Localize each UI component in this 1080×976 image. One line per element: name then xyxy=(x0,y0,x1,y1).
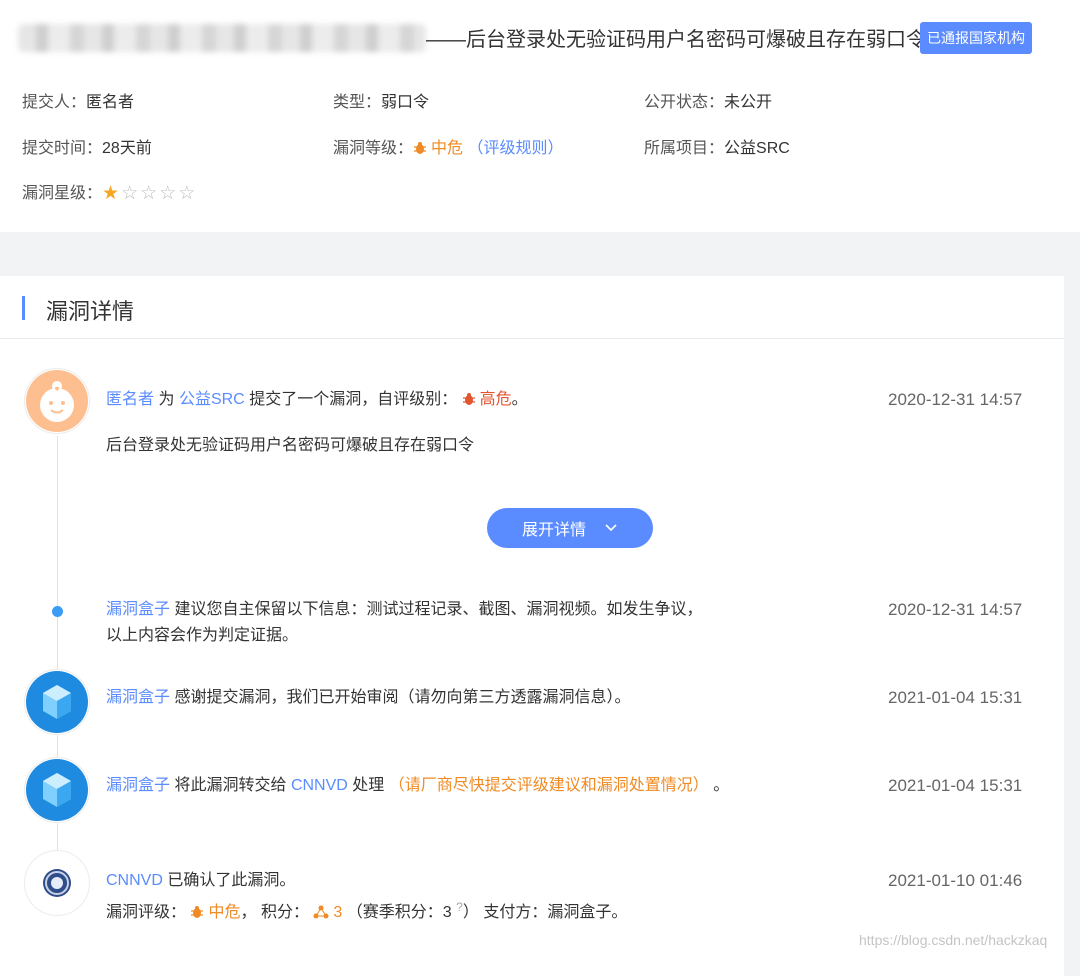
project-label: 所属项目： xyxy=(644,140,725,157)
card-header: 漏洞详情 xyxy=(0,276,1064,339)
timestamp: 2020-12-31 14:57 xyxy=(888,390,1023,409)
vulbox-avatar xyxy=(24,757,90,823)
star-filled-icon: ★ xyxy=(102,183,120,205)
timeline-item-transfer: 漏洞盒子 将此漏洞转交给 CNNVD 处理 （请厂商尽快提交评级建议和漏洞处置情… xyxy=(106,773,729,799)
actor-link[interactable]: 漏洞盒子 xyxy=(106,601,170,618)
timestamp: 2020-12-31 14:57 xyxy=(888,600,1023,619)
item-text: 提交了一个漏洞，自评级别： xyxy=(249,391,458,408)
timestamp: 2021-01-04 15:31 xyxy=(888,688,1023,707)
timeline-item-confirm: CNNVD 已确认了此漏洞。 xyxy=(106,868,295,894)
actor-link[interactable]: 漏洞盒子 xyxy=(106,777,170,794)
vulbox-avatar xyxy=(24,669,90,735)
help-icon[interactable]: ? xyxy=(456,900,463,914)
star-rating-field: 漏洞星级：★ ☆ ☆ ☆ ☆ xyxy=(22,179,197,205)
timeline-item-advice: 漏洞盒子 建议您自主保留以下信息：测试过程记录、截图、漏洞视频。如发生争议， 以… xyxy=(106,597,702,649)
rate-value: 中危 xyxy=(208,904,241,921)
item-text: 以上内容会作为判定证据。 xyxy=(106,627,299,644)
item-text: 。 xyxy=(511,391,528,408)
item-text: ） xyxy=(462,904,479,921)
points-icon xyxy=(313,902,329,928)
star-rating: ★ ☆ ☆ ☆ ☆ xyxy=(102,182,197,205)
chevron-down-icon xyxy=(605,524,617,532)
report-title: ——后台登录处无验证码用户名密码可爆破且存在弱口令 xyxy=(426,29,926,51)
public-status-value: 未公开 xyxy=(724,94,773,111)
cnnvd-link[interactable]: CNNVD xyxy=(291,777,348,794)
expand-details-label: 展开详情 xyxy=(521,522,586,539)
score-value: 3 xyxy=(333,904,343,921)
submit-time-value: 28天前 xyxy=(102,140,152,157)
item-text: 建议您自主保留以下信息：测试过程记录、截图、漏洞视频。如发生争议， xyxy=(174,601,703,618)
public-status-label: 公开状态： xyxy=(644,94,725,111)
cnnvd-emblem-icon xyxy=(26,852,88,914)
anonymous-avatar xyxy=(24,368,90,434)
type-label: 类型： xyxy=(333,94,382,111)
reported-badge: 已通报国家机构 xyxy=(920,22,1032,54)
bug-icon xyxy=(462,389,476,415)
project-value: 公益SRC xyxy=(724,140,790,157)
project-field: 所属项目：公益SRC xyxy=(644,134,790,158)
item-text: 为 xyxy=(158,391,175,408)
submit-time-field: 提交时间：28天前 xyxy=(22,134,152,158)
season-value: 3 xyxy=(442,904,452,921)
item-text: 。 xyxy=(713,777,730,794)
vulbox-logo-icon xyxy=(26,671,88,733)
star-empty-icon: ☆ xyxy=(121,183,139,205)
timeline-dot xyxy=(52,606,63,617)
payer-text: 支付方：漏洞盒子。 xyxy=(483,904,628,921)
vuln-level-value: 中危 xyxy=(431,140,464,157)
item-text: 处理 xyxy=(352,777,385,794)
star-empty-icon: ☆ xyxy=(178,183,196,205)
vuln-level-field: 漏洞等级： 中危 （评级规则） xyxy=(333,134,564,160)
rating-rules-link[interactable]: （评级规则） xyxy=(467,140,563,157)
timeline-item-submit: 匿名者 为 公益SRC 提交了一个漏洞，自评级别： 高危。 xyxy=(106,387,528,415)
season-label: （赛季积分： xyxy=(346,904,443,921)
vulbox-logo-icon xyxy=(26,759,88,821)
final-rating-line: 漏洞评级： 中危， 积分： 3 （赛季积分：3 ?） 支付方：漏洞盒子。 xyxy=(106,894,627,928)
redacted-title-prefix xyxy=(18,24,426,52)
cnnvd-avatar xyxy=(24,850,90,916)
rate-label: 漏洞评级： xyxy=(106,904,187,921)
bug-icon xyxy=(190,902,204,928)
self-level: 高危 xyxy=(479,391,512,408)
actor-link[interactable]: 匿名者 xyxy=(106,391,154,408)
bug-icon xyxy=(413,141,427,160)
actor-link[interactable]: CNNVD xyxy=(106,872,163,889)
submitter-label: 提交人： xyxy=(22,94,87,111)
item-text: ， xyxy=(240,904,257,921)
section-title: 漏洞详情 xyxy=(46,299,135,324)
type-field: 类型：弱口令 xyxy=(333,88,429,112)
vuln-summary: 后台登录处无验证码用户名密码可爆破且存在弱口令 xyxy=(106,437,475,454)
timeline-item-review: 漏洞盒子 感谢提交漏洞，我们已开始审阅（请勿向第三方透露漏洞信息）。 xyxy=(106,685,630,711)
public-status-field: 公开状态：未公开 xyxy=(644,88,772,112)
section-accent-bar xyxy=(22,296,25,320)
actor-link[interactable]: 漏洞盒子 xyxy=(106,689,170,706)
star-empty-icon: ☆ xyxy=(140,183,158,205)
watermark: https://blog.csdn.net/hackzkaq xyxy=(859,932,1048,948)
submitter-value: 匿名者 xyxy=(86,94,135,111)
vendor-notice: （请厂商尽快提交评级建议和漏洞处置情况） xyxy=(388,777,709,794)
expand-details-button[interactable]: 展开详情 xyxy=(487,508,653,548)
item-text: 感谢提交漏洞，我们已开始审阅（请勿向第三方透露漏洞信息）。 xyxy=(174,689,631,706)
timestamp: 2021-01-10 01:46 xyxy=(888,871,1023,890)
type-value: 弱口令 xyxy=(381,94,430,111)
anonymous-avatar-icon xyxy=(26,370,88,432)
project-link[interactable]: 公益SRC xyxy=(179,391,245,408)
submitter-field: 提交人：匿名者 xyxy=(22,88,134,112)
star-empty-icon: ☆ xyxy=(159,183,177,205)
star-rating-label: 漏洞星级： xyxy=(22,185,103,202)
vuln-level-label: 漏洞等级： xyxy=(333,140,414,157)
item-text: 将此漏洞转交给 xyxy=(174,777,287,794)
item-text: 已确认了此漏洞。 xyxy=(167,872,296,889)
score-label: 积分： xyxy=(260,904,309,921)
timestamp: 2021-01-04 15:31 xyxy=(888,776,1023,795)
submit-time-label: 提交时间： xyxy=(22,140,103,157)
report-header: ——后台登录处无验证码用户名密码可爆破且存在弱口令 已通报国家机构 提交人：匿名… xyxy=(0,0,1080,232)
